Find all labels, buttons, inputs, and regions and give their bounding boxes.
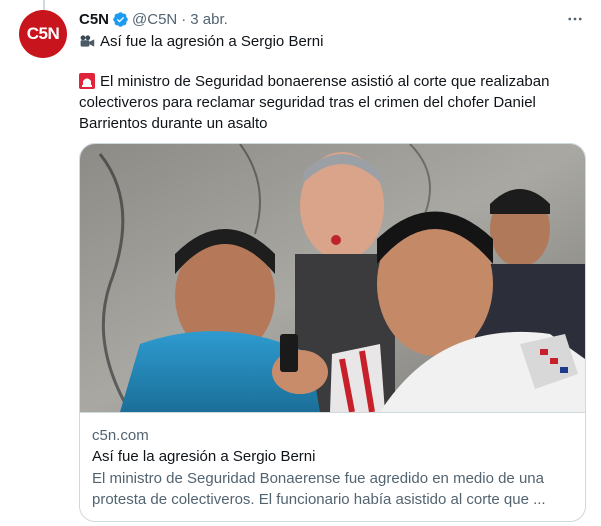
tweet-header: C5N @C5N · 3 abr. [79,9,587,29]
tweet-body-text-3: Barrientos durante un asalto [79,115,268,132]
siren-icon [79,73,95,89]
avatar[interactable]: C5N [19,10,67,58]
verified-badge-icon[interactable] [112,11,129,28]
thread-connector-line [43,0,45,10]
link-preview-card[interactable]: c5n.com Así fue la agresión a Sergio Ber… [79,143,586,522]
tweet-body-line-2: colectiveros para reclamar seguridad tra… [79,93,536,113]
card-description-line-1: El ministro de Seguridad Bonaerense fue … [92,470,544,487]
avatar-logo-text: C5N [26,24,60,43]
tweet-body-text-2: colectiveros para reclamar seguridad tra… [79,94,536,111]
card-description-line-2: protesta de colectiveros. El funcionario… [92,491,546,508]
tweet-date[interactable]: 3 abr. [190,11,228,28]
separator-dot: · [181,10,187,28]
card-title: Así fue la agresión a Sergio Berni [92,448,316,465]
tweet-body-text-1: El ministro de Seguridad bonaerense asis… [100,73,550,90]
tweet-body-line-3: Barrientos durante un asalto [79,114,267,134]
tweet-headline-line: Así fue la agresión a Sergio Berni [79,32,323,52]
card-domain: c5n.com [92,427,149,444]
movie-camera-icon [80,35,95,47]
more-options-icon[interactable] [563,7,587,31]
card-photo [80,144,585,412]
tweet-headline: Así fue la agresión a Sergio Berni [100,33,324,50]
author-name[interactable]: C5N [79,11,109,28]
card-image[interactable] [80,144,585,413]
author-handle[interactable]: @C5N [132,11,177,28]
tweet-body-line-1: El ministro de Seguridad bonaerense asis… [79,72,549,92]
